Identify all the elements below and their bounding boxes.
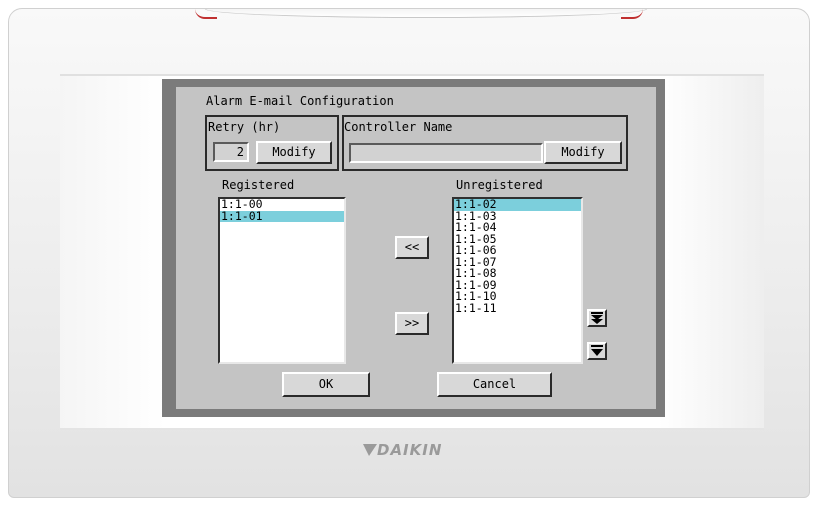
move-right-button[interactable]: >> [395,312,429,335]
down-arrow-icon [591,345,603,356]
daikin-logo-mark-icon [363,444,377,456]
logo-text: DAIKIN [377,441,443,459]
registered-list[interactable]: 1:1-00 1:1-01 [218,197,346,364]
top-accent-right [621,9,643,19]
top-slot [205,9,647,18]
alarm-email-dialog: Alarm E-mail Configuration Retry (hr) 2 … [201,90,633,409]
cancel-button[interactable]: Cancel [437,372,552,397]
daikin-logo: DAIKIN [363,441,473,463]
retry-modify-button[interactable]: Modify [256,141,332,164]
scroll-bottom-button[interactable] [587,309,607,327]
controller-name-label: Controller Name [344,120,453,134]
controller-modify-button[interactable]: Modify [544,141,622,164]
ok-button[interactable]: OK [282,372,370,397]
dialog-title: Alarm E-mail Configuration [206,94,394,108]
double-down-arrow-icon [591,312,603,324]
list-item[interactable]: 1:1-11 [454,302,581,315]
retry-value-field[interactable]: 2 [213,142,249,162]
controller-name-field[interactable] [349,143,543,163]
unregistered-label: Unregistered [456,178,543,192]
scroll-down-button[interactable] [587,342,607,360]
retry-label: Retry (hr) [208,120,281,134]
list-item[interactable]: 1:1-01 [220,210,344,222]
unregistered-list[interactable]: 1:1-02 1:1-03 1:1-04 1:1-05 1:1-06 1:1-07 1:1-… [452,197,583,364]
move-left-button[interactable]: << [395,236,429,259]
registered-label: Registered [222,178,295,192]
